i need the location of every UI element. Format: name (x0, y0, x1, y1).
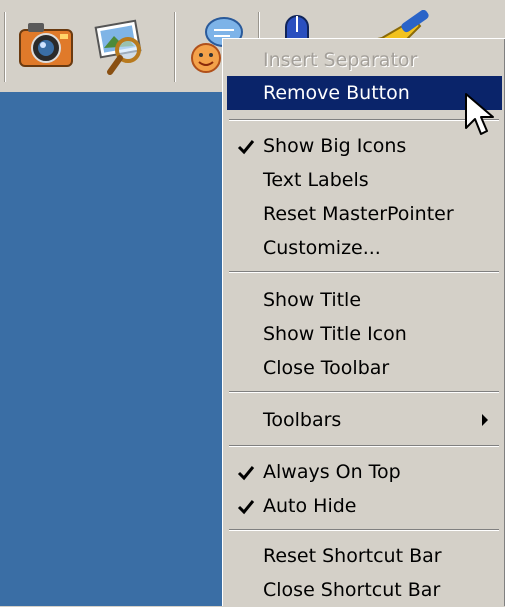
menu-item-label: Show Title Icon (263, 323, 407, 345)
toolbar-separator (174, 12, 176, 82)
menu-item-label: Toolbars (263, 409, 342, 431)
menu-item-label: Close Toolbar (263, 357, 390, 379)
menu-separator (229, 119, 499, 121)
menu-item-label: Reset Shortcut Bar (263, 545, 442, 567)
menu-item-show-title[interactable]: Show Title (227, 283, 502, 317)
menu-item-label: Customize... (263, 237, 381, 259)
menu-item-label: Always On Top (263, 461, 401, 483)
menu-item-label: Reset MasterPointer (263, 203, 454, 225)
menu-item-reset-shortcut-bar[interactable]: Reset Shortcut Bar (227, 539, 502, 573)
submenu-arrow-icon (482, 414, 488, 426)
menu-item-label: Insert Separator (263, 49, 418, 71)
menu-item-label: Close Shortcut Bar (263, 579, 441, 601)
menu-item-auto-hide[interactable]: Auto Hide (227, 489, 502, 523)
menu-item-label: Auto Hide (263, 495, 357, 517)
menu-item-show-title-icon[interactable]: Show Title Icon (227, 317, 502, 351)
menu-item-customize[interactable]: Customize... (227, 231, 502, 265)
menu-separator (229, 445, 499, 447)
menu-separator (229, 529, 499, 531)
menu-item-always-on-top[interactable]: Always On Top (227, 455, 502, 489)
menu-item-reset-masterpointer[interactable]: Reset MasterPointer (227, 197, 502, 231)
checkmark-icon (237, 140, 255, 155)
camera-button[interactable] (12, 10, 78, 82)
context-menu: Insert Separator Remove Button Show Big … (222, 38, 505, 606)
image-search-button[interactable] (90, 10, 156, 82)
mouse-pointer-icon (465, 93, 494, 135)
camera-icon (19, 23, 73, 67)
menu-item-close-toolbar[interactable]: Close Toolbar (227, 351, 502, 385)
menu-item-insert-separator[interactable]: Insert Separator (227, 43, 502, 77)
menu-item-label: Show Title (263, 289, 362, 311)
menu-item-label: Text Labels (263, 169, 369, 191)
checkmark-icon (237, 466, 255, 481)
menu-item-toolbars[interactable]: Toolbars (227, 403, 502, 437)
menu-item-show-big-icons[interactable]: Show Big Icons (227, 129, 502, 163)
menu-item-remove-button[interactable]: Remove Button (227, 76, 502, 110)
toolbar-separator (4, 12, 6, 82)
menu-separator (229, 391, 499, 393)
menu-separator (229, 271, 499, 273)
menu-item-close-shortcut-bar[interactable]: Close Shortcut Bar (227, 573, 502, 607)
menu-item-label: Show Big Icons (263, 135, 407, 157)
image-search-icon (94, 19, 142, 75)
menu-item-text-labels[interactable]: Text Labels (227, 163, 502, 197)
checkmark-icon (237, 500, 255, 515)
menu-item-label: Remove Button (263, 82, 410, 104)
